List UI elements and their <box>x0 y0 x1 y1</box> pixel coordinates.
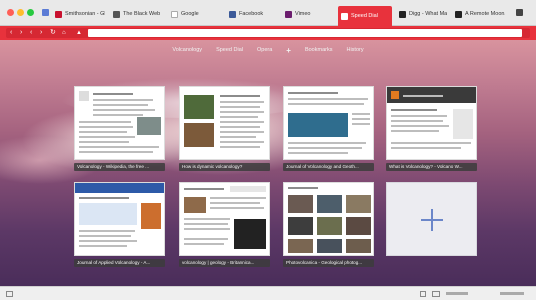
google-favicon-icon <box>171 10 178 18</box>
tab-black-web[interactable]: The Black Web <box>110 6 166 22</box>
digg-favicon-icon <box>399 10 406 18</box>
maximize-window-icon[interactable] <box>27 9 34 16</box>
smithsonian-favicon-icon <box>55 10 62 18</box>
forward-arrow-icon[interactable]: › <box>20 29 22 37</box>
speed-dial-tile[interactable]: volcanology | geology - Britannica... <box>179 182 270 268</box>
tab-overview-icon[interactable] <box>42 9 49 16</box>
tab-facebook[interactable]: Facebook <box>226 6 278 22</box>
tile-thumbnail <box>386 86 477 160</box>
tile-thumbnail <box>179 86 270 160</box>
speed-dial-tile[interactable]: Journal of Applied Volcanology - A... <box>74 182 165 268</box>
speed-dial-nav: Volcanology Speed Dial Opera + Bookmarks… <box>0 44 536 56</box>
tile-caption: How is dynamic volcanology? <box>179 163 270 171</box>
tile-thumbnail <box>283 86 374 160</box>
tab-vimeo[interactable]: Vimeo <box>282 6 334 22</box>
tile-caption: Volcanology - Wikipedia, the free ... <box>74 163 165 171</box>
add-folder-icon[interactable]: + <box>286 46 291 55</box>
zoom-slider[interactable] <box>446 292 468 295</box>
address-toolbar: ‹ › ‹ › ↻ ⌂ ▲ <box>0 26 536 40</box>
zoom-reset[interactable] <box>500 292 524 295</box>
black-web-favicon-icon <box>113 10 120 18</box>
tab-moon[interactable]: A Remote Moon... <box>452 6 508 22</box>
back-arrow-icon[interactable]: ‹ <box>10 29 12 37</box>
tab-bar: Smithsonian - Global Vo... The Black Web… <box>0 0 536 26</box>
moon-favicon-icon <box>455 10 462 18</box>
address-input[interactable] <box>88 29 522 37</box>
tile-caption: What is Volcanology? - Volcano W... <box>386 163 477 171</box>
speed-dial-tile[interactable]: Journal of Volcanology and Geoth... <box>283 86 374 172</box>
tab-label: Vimeo <box>295 11 311 17</box>
tab-label: Google <box>181 11 199 17</box>
back-arrow-icon[interactable]: ‹ <box>30 29 32 37</box>
add-plus-icon <box>431 209 433 231</box>
tab-label: The Black Web <box>123 11 161 17</box>
tile-caption: Journal of Volcanology and Geoth... <box>283 163 374 171</box>
image-toggle-icon[interactable] <box>432 291 440 297</box>
page-icon[interactable] <box>420 291 426 297</box>
tab-speed-dial[interactable]: Speed Dial <box>338 6 392 26</box>
close-window-icon[interactable] <box>7 9 14 16</box>
tile-caption: Photovolcanica - Geological photog... <box>283 259 374 267</box>
tile-caption: Journal of Applied Volcanology - A... <box>74 259 165 267</box>
tab-label: Smithsonian - Global Vo... <box>65 11 105 17</box>
security-shield-icon: ▲ <box>76 30 82 36</box>
tab-label: Speed Dial <box>351 13 378 19</box>
tile-thumbnail <box>74 182 165 256</box>
add-site-tile[interactable] <box>386 182 477 256</box>
tab-label: Facebook <box>239 11 264 17</box>
speed-dial-tile[interactable]: Photovolcanica - Geological photog... <box>283 182 374 268</box>
tab-smithsonian[interactable]: Smithsonian - Global Vo... <box>52 6 108 22</box>
nav-volcanology[interactable]: Volcanology <box>172 47 202 53</box>
tab-label: A Remote Moon... <box>465 11 505 17</box>
tile-caption: volcanology | geology - Britannica... <box>179 259 270 267</box>
tab-digg[interactable]: Digg - What Matters <box>396 6 450 22</box>
speed-dial-favicon-icon <box>341 12 348 20</box>
sidebar-toggle-icon[interactable] <box>6 291 13 297</box>
nav-opera[interactable]: Opera <box>257 47 272 53</box>
tile-thumbnail <box>179 182 270 256</box>
home-icon[interactable]: ⌂ <box>62 29 66 37</box>
speed-dial-tile[interactable]: How is dynamic volcanology? <box>179 86 270 172</box>
speed-dial-tile[interactable]: What is Volcanology? - Volcano W... <box>386 86 477 172</box>
facebook-favicon-icon <box>229 10 236 18</box>
tab-label: Digg - What Matters <box>409 11 447 17</box>
minimize-window-icon[interactable] <box>17 9 24 16</box>
reload-icon[interactable]: ↻ <box>50 29 56 37</box>
vimeo-favicon-icon <box>285 10 292 18</box>
nav-speed-dial[interactable]: Speed Dial <box>216 47 243 53</box>
tile-thumbnail <box>74 86 165 160</box>
speed-dial-area: Volcanology Speed Dial Opera + Bookmarks… <box>0 40 536 286</box>
address-bar-container: ‹ › ‹ › ↻ ⌂ ▲ <box>6 28 530 38</box>
tab-menu-icon[interactable] <box>516 9 523 16</box>
status-bar <box>0 286 536 300</box>
nav-bookmarks[interactable]: Bookmarks <box>305 47 333 53</box>
nav-history[interactable]: History <box>346 47 363 53</box>
forward-arrow-icon[interactable]: › <box>40 29 42 37</box>
tile-thumbnail <box>283 182 374 256</box>
tab-google[interactable]: Google <box>168 6 220 22</box>
speed-dial-tile[interactable]: Volcanology - Wikipedia, the free ... <box>74 86 165 172</box>
